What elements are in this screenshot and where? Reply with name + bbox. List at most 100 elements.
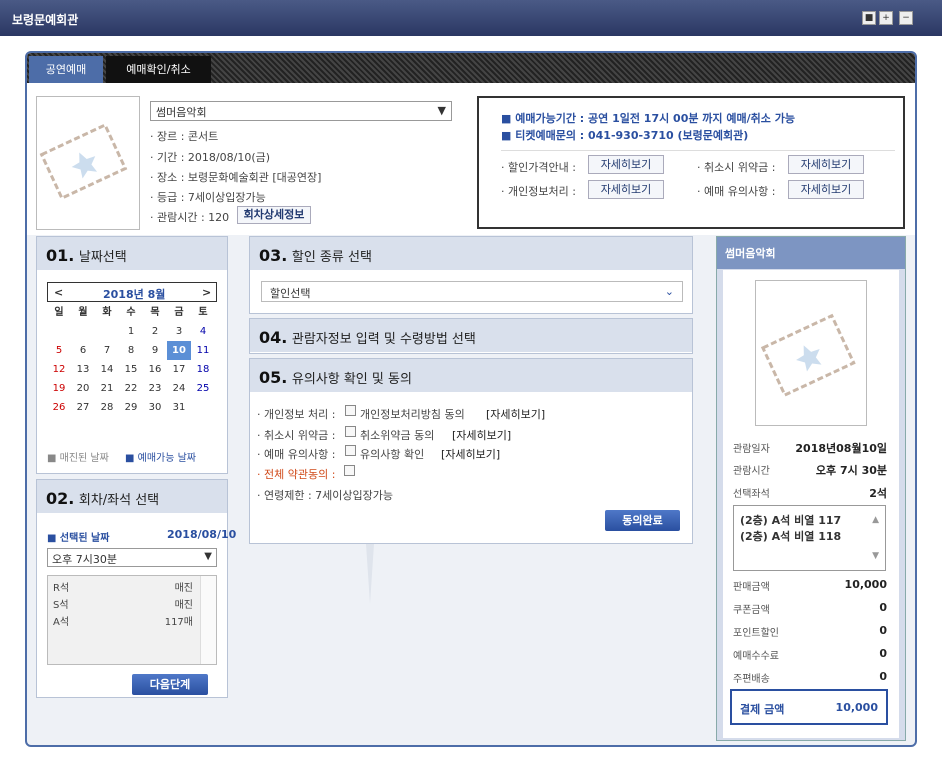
- notice-agree-text: 유의사항 확인: [360, 448, 425, 461]
- next-step-button[interactable]: 다음단계: [132, 674, 208, 695]
- calendar-day[interactable]: 22: [119, 379, 143, 398]
- calendar-header: < 2018년 8월 >: [47, 282, 217, 302]
- weekday-label: 월: [78, 307, 88, 318]
- calendar-day[interactable]: 25: [191, 379, 215, 398]
- tab-confirm-cancel[interactable]: 예매확인/취소: [106, 56, 211, 83]
- calendar-day[interactable]: 30: [143, 398, 167, 417]
- discount-panel: 03. 할인 종류 선택: [249, 236, 693, 314]
- selected-date-label: ■ 선택된 날짜: [47, 533, 110, 544]
- maximize-button[interactable]: +: [879, 11, 893, 25]
- calendar-day[interactable]: 31: [167, 398, 191, 417]
- viewer-info-panel[interactable]: 04. 관람자정보 입력 및 수령방법 선택: [249, 318, 693, 354]
- calendar-day: [47, 322, 71, 341]
- summary-seat-count: 2석 선택좌석: [733, 487, 887, 500]
- poster-image: [36, 96, 140, 230]
- session-detail-button[interactable]: 회차상세정보: [237, 206, 311, 224]
- summary-poster: [755, 280, 867, 426]
- notice-agree-label: · 예매 유의사항 :: [257, 448, 336, 461]
- chevron-down-icon: ▼: [437, 104, 446, 117]
- legend-soldout: ■ 매진된 날짜: [47, 453, 109, 464]
- calendar-day[interactable]: 8: [119, 341, 143, 360]
- cancel-detail-link[interactable]: [자세히보기]: [452, 427, 511, 443]
- calendar-day[interactable]: 12: [47, 360, 71, 379]
- close-button[interactable]: −: [899, 11, 913, 25]
- booking-notice-detail-button[interactable]: 자세히보기: [788, 180, 864, 199]
- age-limit: · 연령제한 : 7세이상입장가능: [257, 489, 394, 502]
- calendar-day[interactable]: 14: [95, 360, 119, 379]
- seat-row[interactable]: R석 매진: [53, 579, 193, 596]
- window-title: 보령문예회관: [12, 13, 79, 27]
- calendar-day[interactable]: 21: [95, 379, 119, 398]
- notice-period: ■ 예매가능기간 : 공연 1일전 17시 00분 까지 예매/취소 가능: [501, 112, 795, 125]
- summary-total: 10,000 결제 금액: [730, 689, 888, 725]
- calendar-day[interactable]: 15: [119, 360, 143, 379]
- calendar-day[interactable]: 10: [167, 341, 191, 360]
- show-select[interactable]: 썸머음악회 ▼: [150, 101, 452, 121]
- weekday-label: 금: [174, 307, 184, 318]
- calendar-month: 2018년 8월: [103, 288, 166, 301]
- privacy-policy-text: 개인정보처리방침 동의: [360, 408, 465, 421]
- calendar-day[interactable]: 28: [95, 398, 119, 417]
- window-title-bar: 보령문예회관: [0, 0, 942, 36]
- all-agree-label: · 전체 약관동의 :: [257, 468, 336, 481]
- discount-select[interactable]: 할인선택 ⌄: [261, 281, 683, 302]
- next-month-button[interactable]: >: [202, 286, 211, 299]
- calendar-day[interactable]: 24: [167, 379, 191, 398]
- cancel-agree-label: · 취소시 위약금 :: [257, 429, 336, 442]
- cancel-agree-text: 취소위약금 동의: [360, 429, 435, 442]
- show-period: · 기간 : 2018/08/10(금): [150, 151, 271, 164]
- calendar-day[interactable]: 26: [47, 398, 71, 417]
- cancel-fee-detail-button[interactable]: 자세히보기: [788, 155, 864, 174]
- privacy-detail-link[interactable]: [자세히보기]: [486, 406, 545, 422]
- calendar-grid: 일 월 화 수 목 금 토 1 2 3 4 5 6 7 8 9 10 11 12 13 14 15 16 17 18 19 20 21…: [47, 303, 217, 417]
- discount-detail-button[interactable]: 자세히보기: [588, 155, 664, 174]
- agree-complete-button[interactable]: 동의완료: [605, 510, 680, 531]
- calendar-day[interactable]: 20: [71, 379, 95, 398]
- calendar-day[interactable]: 23: [143, 379, 167, 398]
- calendar-day[interactable]: 7: [95, 341, 119, 360]
- weekday-label: 일: [54, 307, 64, 318]
- summary-seat-list: (2층) A석 비열 117 (2층) A석 비열 118 ▲ ▼: [733, 505, 886, 571]
- seat-row[interactable]: A석 117매: [53, 613, 193, 630]
- weekday-label: 수: [126, 307, 136, 318]
- notice-checkbox[interactable]: [345, 445, 356, 456]
- cancel-checkbox[interactable]: [345, 426, 356, 437]
- show-runtime: · 관람시간 : 120: [150, 211, 230, 224]
- notice-contact: ■ 티켓예매문의 : 041-930-3710 (보령문예회관): [501, 129, 749, 142]
- calendar-day[interactable]: 4: [191, 322, 215, 341]
- scroll-down-icon[interactable]: ▼: [872, 548, 879, 564]
- summary-coupon: 0 쿠폰금액: [733, 601, 887, 616]
- show-venue: · 장소 : 보령문화예술회관 [대공연장]: [150, 171, 322, 184]
- privacy-label: · 개인정보처리 :: [501, 185, 576, 198]
- seat-row[interactable]: S석 매진: [53, 596, 193, 613]
- calendar-day[interactable]: 13: [71, 360, 95, 379]
- seat-list-scrollbar[interactable]: [200, 576, 216, 664]
- minimize-button[interactable]: ■: [862, 11, 876, 25]
- all-agree-checkbox[interactable]: [344, 465, 355, 476]
- calendar-day[interactable]: 27: [71, 398, 95, 417]
- calendar-day: [71, 322, 95, 341]
- calendar-day[interactable]: 17: [167, 360, 191, 379]
- calendar-day[interactable]: 9: [143, 341, 167, 360]
- calendar-day[interactable]: 19: [47, 379, 71, 398]
- prev-month-button[interactable]: <: [54, 286, 63, 299]
- cancel-fee-label: · 취소시 위약금 :: [697, 161, 776, 174]
- summary-time: 오후 7시 30분 관람시간: [733, 464, 887, 477]
- calendar-day[interactable]: 2: [143, 322, 167, 341]
- calendar-day[interactable]: 6: [71, 341, 95, 360]
- tab-booking[interactable]: 공연예매: [29, 56, 103, 83]
- scroll-up-icon[interactable]: ▲: [872, 512, 879, 528]
- calendar-day[interactable]: 1: [119, 322, 143, 341]
- ticket-placeholder-icon: [39, 123, 128, 201]
- time-select[interactable]: 오후 7시30분 ▼: [47, 548, 217, 567]
- calendar-day[interactable]: 3: [167, 322, 191, 341]
- calendar-day[interactable]: 11: [191, 341, 215, 360]
- calendar-day[interactable]: 29: [119, 398, 143, 417]
- calendar-day[interactable]: 16: [143, 360, 167, 379]
- notice-detail-link[interactable]: [자세히보기]: [441, 446, 500, 462]
- privacy-checkbox[interactable]: [345, 405, 356, 416]
- summary-point: 0 포인트할인: [733, 624, 887, 639]
- calendar-day[interactable]: 5: [47, 341, 71, 360]
- calendar-day[interactable]: 18: [191, 360, 215, 379]
- privacy-detail-button[interactable]: 자세히보기: [588, 180, 664, 199]
